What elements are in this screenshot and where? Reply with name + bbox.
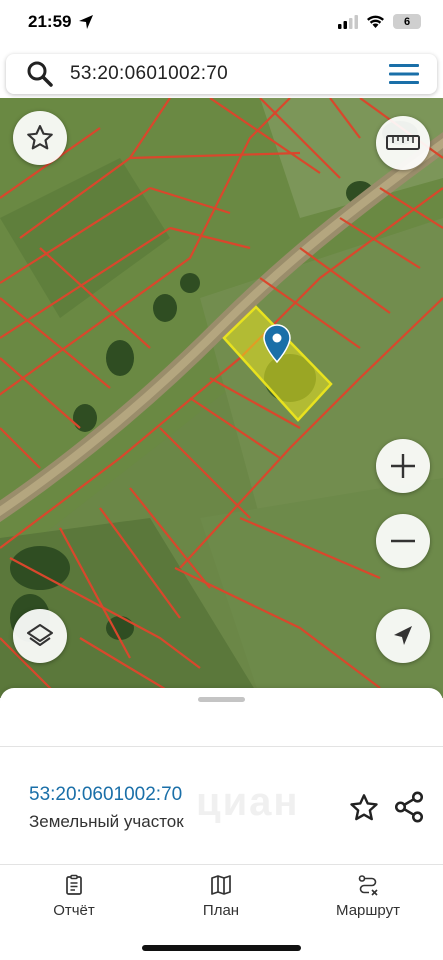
nav-report-label: Отчёт (53, 902, 95, 919)
status-bar: 21:59 6 (0, 0, 443, 48)
plus-icon (391, 454, 415, 478)
menu-icon[interactable] (389, 62, 419, 86)
zoom-out-button[interactable] (376, 514, 430, 568)
location-arrow-icon (79, 15, 93, 29)
my-location-button[interactable] (376, 609, 430, 663)
nav-route[interactable]: Маршрут (308, 874, 428, 924)
zoom-in-button[interactable] (376, 439, 430, 493)
ruler-icon (386, 135, 420, 150)
parcel-type: Земельный участок (29, 812, 184, 831)
nav-report[interactable]: Отчёт (14, 874, 134, 924)
divider (0, 746, 443, 747)
report-icon (66, 874, 82, 895)
search-icon[interactable] (26, 60, 54, 88)
wifi-icon (367, 15, 384, 28)
watermark: циан (196, 780, 300, 824)
battery-indicator: 6 (393, 14, 421, 29)
ruler-button[interactable] (376, 116, 430, 170)
favorite-map-button[interactable] (13, 111, 67, 165)
status-indicators: 6 (338, 14, 421, 29)
layers-button[interactable] (13, 609, 67, 663)
status-time: 21:59 (28, 12, 72, 31)
map-canvas[interactable] (0, 98, 443, 698)
nav-plan-label: План (202, 902, 240, 919)
home-indicator[interactable] (142, 945, 301, 951)
navigation-arrow-icon (394, 626, 412, 645)
signal-icon (338, 14, 358, 29)
search-bar[interactable]: 53:20:0601002:70 (6, 54, 437, 94)
layers-icon (27, 624, 53, 646)
map-icon (211, 875, 231, 895)
parcel-number-link[interactable]: 53:20:0601002:70 (29, 784, 182, 806)
nav-route-label: Маршрут (336, 902, 400, 919)
nav-plan[interactable]: План (161, 874, 281, 924)
favorite-star-icon[interactable] (348, 792, 380, 824)
search-input[interactable]: 53:20:0601002:70 (70, 63, 228, 85)
minus-icon (391, 539, 415, 543)
share-icon[interactable] (392, 790, 426, 824)
drag-handle[interactable] (198, 697, 245, 702)
star-icon (27, 125, 53, 150)
satellite-map[interactable] (0, 98, 443, 698)
route-icon (358, 875, 378, 896)
divider (0, 864, 443, 865)
bottom-sheet[interactable]: циан 53:20:0601002:70 Земельный участок … (0, 688, 443, 960)
